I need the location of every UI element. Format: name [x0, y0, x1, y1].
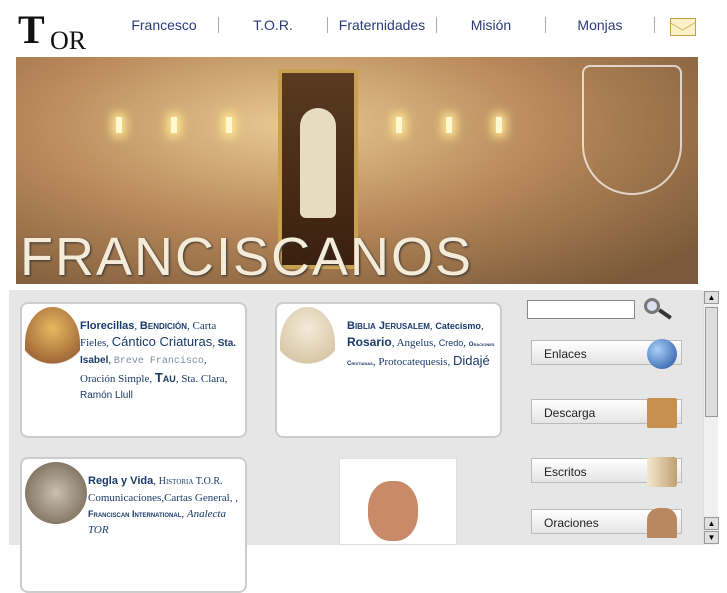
tor-logo[interactable]: T OR [16, 8, 86, 56]
search-input[interactable] [527, 300, 635, 319]
praying-hands-icon [647, 508, 677, 538]
candle-icon [171, 117, 177, 133]
link-protocatequesis[interactable]: Protocatequesis [378, 356, 447, 368]
link-rosario[interactable]: Rosario [347, 335, 392, 349]
scrollbar[interactable]: ▲ ▲ ▼ [703, 291, 719, 545]
nav-monjas[interactable]: Monjas [546, 17, 655, 33]
link-regla-vida[interactable]: Regla y Vida [88, 475, 153, 487]
candle-icon [446, 117, 452, 133]
mail-icon[interactable] [670, 18, 696, 36]
link-catecismo[interactable]: Catecismo [435, 321, 481, 331]
banner: FRANCISCANOS [16, 57, 698, 284]
main-nav: Francesco T.O.R. Fraternidades Misión Mo… [110, 14, 655, 36]
scroll-up-icon[interactable]: ▲ [704, 291, 719, 304]
candle-icon [496, 117, 502, 133]
link-ramon-llull[interactable]: Ramón Llull [80, 390, 133, 401]
seal-image [25, 462, 87, 524]
link-historia[interactable]: Historia T.O.R. [159, 476, 223, 487]
link-oracion-simple[interactable]: Oración Simple [80, 373, 149, 385]
descarga-button[interactable]: Descarga [531, 398, 682, 428]
candle-icon [226, 117, 232, 133]
scroll-down-icon[interactable]: ▼ [704, 531, 719, 544]
search-button[interactable] [641, 296, 677, 320]
boxes-icon [647, 398, 677, 428]
card-francisco[interactable]: Florecillas, Bendición, Carta Fieles, Cá… [20, 302, 247, 438]
banner-title: FRANCISCANOS [20, 227, 474, 284]
link-breve[interactable]: Breve Francisco [114, 356, 204, 367]
nav-mision[interactable]: Misión [437, 17, 546, 33]
scroll-up-icon[interactable]: ▲ [704, 517, 719, 530]
link-credo[interactable]: Credo [439, 338, 464, 348]
link-angelus[interactable]: Angelus [397, 337, 434, 349]
link-bendicion[interactable]: Bendición [140, 320, 187, 332]
crest-icon [582, 65, 682, 195]
candle-icon [396, 117, 402, 133]
link-comunicaciones[interactable]: Comunicaciones,Cartas General, , [88, 492, 238, 504]
friar-photo [339, 458, 457, 545]
nav-tor[interactable]: T.O.R. [219, 17, 328, 33]
link-franciscan-international[interactable]: Franciscan International [88, 509, 181, 519]
escritos-button[interactable]: Escritos [531, 457, 682, 487]
oraciones-button[interactable]: Oraciones [531, 508, 682, 538]
nav-francesco[interactable]: Francesco [110, 17, 219, 33]
link-biblia[interactable]: Biblia Jerusalem [347, 320, 430, 332]
scroll-thumb[interactable] [705, 307, 718, 417]
content-area: Florecillas, Bendición, Carta Fieles, Cá… [9, 290, 703, 593]
nav-fraternidades[interactable]: Fraternidades [328, 17, 437, 33]
enlaces-button[interactable]: Enlaces [531, 339, 682, 369]
card-iglesia[interactable]: Biblia Jerusalem, Catecismo, Rosario, An… [275, 302, 502, 438]
link-cantico[interactable]: Cántico Criaturas [112, 334, 212, 349]
card-tor[interactable]: Regla y Vida, Historia T.O.R. Comunicacio… [20, 457, 247, 593]
globe-icon [647, 339, 677, 369]
candle-icon [116, 117, 122, 133]
link-sta-clara[interactable]: Sta. Clara [181, 373, 224, 385]
book-icon [647, 457, 677, 487]
link-florecillas[interactable]: Florecillas [80, 320, 134, 332]
francis-image [25, 307, 80, 379]
pope-image [280, 307, 335, 379]
link-tau[interactable]: Tau [155, 370, 176, 385]
link-didaje[interactable]: Didajé [453, 353, 490, 368]
